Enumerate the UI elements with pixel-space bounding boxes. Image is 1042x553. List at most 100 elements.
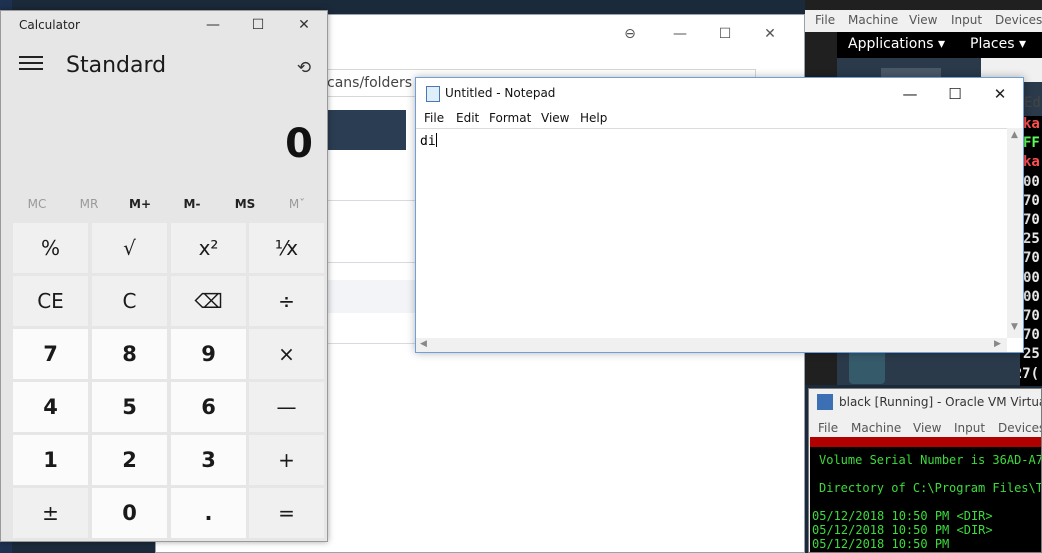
digit-8-button[interactable]: 8 [92,329,167,379]
vm-menu-bar: File Machine View Input Devices [805,10,1042,32]
notepad-menu-bar: File Edit Format View Help [416,108,1023,128]
vm-menu-devices[interactable]: Devices [995,13,1042,27]
memory-button-mr: MR [79,197,99,211]
terminal-line: 70 [1023,250,1040,267]
console-line: Directory of C:\Program Files\Te [819,481,1042,495]
close-button[interactable]: ✕ [758,23,782,45]
terminal-line: 70 [1023,308,1040,324]
notepad-icon [426,86,440,102]
multiply-button[interactable]: × [249,329,324,379]
clear-entry-button[interactable]: CE [13,276,88,326]
applications-menu[interactable]: Applications ▾ [848,36,945,52]
window-title: Calculator [19,18,80,32]
vertical-scrollbar[interactable]: ▲ ▼ [1007,128,1023,338]
digit-1-button[interactable]: 1 [13,435,88,485]
terminal-tab-label: Ed [1024,95,1041,111]
vbox-menu-file[interactable]: File [818,421,838,435]
menu-file[interactable]: File [424,111,444,125]
account-icon[interactable]: ⊖ [618,23,642,45]
calculator-display: 0 [285,121,313,167]
divide-button[interactable]: ÷ [249,276,324,326]
vbox-menu-bar: File Machine View Input Devices [809,419,1041,439]
virtualbox-window: black [Running] - Oracle VM VirtualBox F… [808,388,1042,553]
add-button[interactable]: + [249,435,324,485]
subtract-button[interactable]: — [249,382,324,432]
reciprocal-button[interactable]: ¹⁄x [249,223,324,273]
digit-5-button[interactable]: 5 [92,382,167,432]
negate-button[interactable]: ± [13,488,88,538]
history-icon[interactable]: ⟲ [293,57,315,79]
terminal-line: 70 [1023,327,1040,344]
vbox-menu-machine[interactable]: Machine [851,421,901,435]
vbox-menu-input[interactable]: Input [954,421,985,435]
horizontal-scrollbar[interactable]: ◀ ▶ [416,338,1007,352]
digit-0-button[interactable]: 0 [92,488,167,538]
gnome-top-bar: Applications ▾ Places ▾ [837,32,1042,58]
terminal-line: 00 [1023,173,1040,190]
close-button[interactable]: ✕ [978,82,1022,106]
terminal-line: 00 [1023,269,1040,286]
terminal-line: ka [1023,154,1040,171]
vbox-menu-devices[interactable]: Devices [998,421,1041,435]
digit-6-button[interactable]: 6 [171,382,246,432]
places-menu[interactable]: Places ▾ [970,36,1026,52]
avatar [849,348,885,384]
digit-4-button[interactable]: 4 [13,382,88,432]
memory-button-m[interactable]: M- [166,197,218,215]
menu-help[interactable]: Help [580,111,607,125]
vm-menu-file[interactable]: File [815,13,835,27]
equals-button[interactable]: = [249,488,324,538]
maximize-button[interactable]: ☐ [713,23,737,45]
menu-format[interactable]: Format [489,111,531,125]
vm-menu-input[interactable]: Input [951,13,982,27]
notepad-window: Untitled - Notepad — ☐ ✕ File Edit Forma… [415,77,1024,353]
window-title: black [Running] - Oracle VM VirtualBox [839,395,1041,409]
terminal-line: 25 [1023,231,1040,248]
vm-menu-view[interactable]: View [909,13,937,27]
digit-3-button[interactable]: 3 [171,435,246,485]
close-button[interactable]: ✕ [283,13,325,37]
clear-button[interactable]: C [92,276,167,326]
console-line: Volume Serial Number is 36AD-A7F [819,453,1042,467]
vm-console[interactable]: Volume Serial Number is 36AD-A7F Directo… [810,437,1042,552]
vm-menu-machine[interactable]: Machine [848,13,898,27]
window-title: Untitled - Notepad [445,86,556,100]
square-button[interactable]: x² [171,223,246,273]
decimal-button[interactable]: . [171,488,246,538]
console-titlebar [810,437,1041,447]
memory-button-ms[interactable]: MS [219,197,271,215]
menu-edit[interactable]: Edit [456,111,479,125]
terminal-line: FF [1023,135,1040,152]
maximize-button[interactable]: ☐ [933,82,977,106]
square-root-button[interactable]: √ [92,223,167,273]
terminal-line: ka [1023,116,1040,132]
scroll-up-icon[interactable]: ▲ [1011,130,1018,140]
memory-button-m[interactable]: M+ [114,197,166,215]
minimize-button[interactable]: — [668,23,692,45]
memory-button-mc: MC [27,197,47,211]
terminal-line: 70 [1023,212,1040,228]
maximize-button[interactable]: ☐ [237,13,279,37]
console-line: 05/12/2018 10:50 PM [812,537,950,551]
memory-button-m: Mˇ [288,197,306,211]
menu-view[interactable]: View [541,111,569,125]
text-editor[interactable]: di [416,128,1007,338]
percent-button[interactable]: % [13,223,88,273]
minimize-button[interactable]: — [192,13,234,37]
terminal-line: -A4227( [1020,365,1040,382]
minimize-button[interactable]: — [888,82,932,106]
scroll-left-icon[interactable]: ◀ [420,339,427,349]
digit-2-button[interactable]: 2 [92,435,167,485]
scroll-down-icon[interactable]: ▼ [1011,322,1018,332]
terminal-line: 25 [1023,346,1040,363]
terminal-line: 00 [1023,288,1040,305]
digit-9-button[interactable]: 9 [171,329,246,379]
hamburger-menu-icon[interactable] [19,56,43,74]
virtualbox-icon [817,394,833,410]
console-line: 05/12/2018 10:50 PM <DIR> [812,523,993,537]
digit-7-button[interactable]: 7 [13,329,88,379]
vbox-menu-view[interactable]: View [913,421,941,435]
backspace-button[interactable]: ⌫ [171,276,246,326]
scroll-right-icon[interactable]: ▶ [994,339,1001,349]
editor-content: di [420,133,437,149]
